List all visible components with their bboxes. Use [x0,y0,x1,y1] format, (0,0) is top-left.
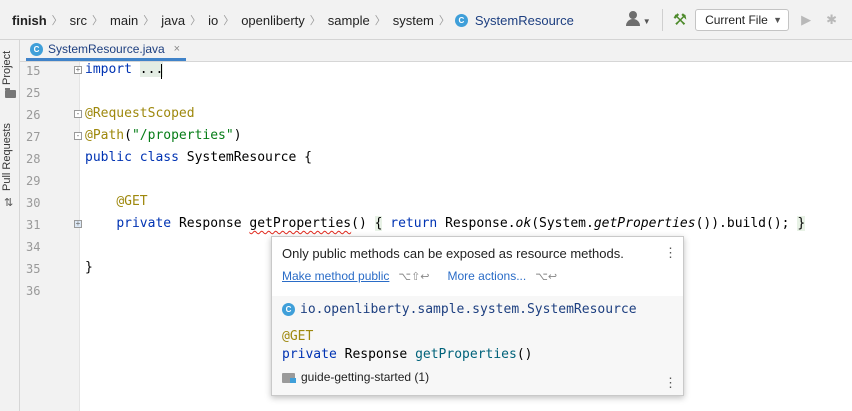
chevron-right-icon: 〉 [143,15,155,27]
breadcrumb-item-sample[interactable]: sample 〉 [326,12,391,28]
close-icon[interactable]: × [174,43,180,55]
fold-marker-icon[interactable]: - [74,132,82,140]
pull-requests-tool-tab[interactable]: Pull Requests [1,120,19,194]
problem-message: Only public methods can be exposed as re… [282,246,624,261]
code-line-30[interactable]: @GET [85,194,147,209]
run-configuration-select[interactable]: Current File ▼ [695,9,790,31]
tool-window-strip: Project Pull Requests ⇅ [0,40,20,411]
tab-systemresource-java[interactable]: C SystemResource.java × [26,40,186,61]
code-line-28[interactable]: public class SystemResource { [85,150,312,165]
breadcrumb-item-java[interactable]: java 〉 [159,12,206,28]
shortcut-hint: ⌥↩ [535,270,558,283]
breadcrumb-item-openliberty[interactable]: openliberty 〉 [239,12,326,28]
make-method-public-link[interactable]: Make method public [282,269,389,283]
module-label: guide-getting-started (1) [282,370,429,384]
hammer-icon[interactable]: ⚒ [673,10,687,30]
text-cursor [161,64,162,79]
code-line-27[interactable]: @Path("/properties") [85,128,242,143]
more-options-icon[interactable]: ⋮ [664,376,677,390]
editor-gutter[interactable]: 15 25 26 27 28 29 30 31 34 35 36 [20,62,80,411]
toolbar-right: ▼ ⚒ Current File ▼ ▶ ✱ [625,0,852,40]
shortcut-hint: ⌥⇧↩ [398,270,430,283]
module-folder-icon [282,372,296,383]
line-number: 30 [26,196,41,210]
debug-icon[interactable]: ✱ [826,12,837,28]
signature-annotation: @GET [282,329,314,344]
code-line-35[interactable]: } [85,260,93,275]
run-icon[interactable]: ▶ [801,12,811,28]
breadcrumb-item-system[interactable]: system 〉 [391,12,455,28]
code-line-26[interactable]: @RequestScoped [85,106,195,121]
class-reference-link[interactable]: Cio.openliberty.sample.system.SystemReso… [282,302,637,317]
line-number: 15 [26,64,41,78]
breadcrumb-item-src[interactable]: src 〉 [68,12,108,28]
class-icon: C [282,303,295,316]
chevron-right-icon: 〉 [190,15,202,27]
navigation-bar: finish 〉 src 〉 main 〉 java 〉 io 〉 openliberty… [0,0,852,40]
line-number: 27 [26,130,41,144]
breadcrumb: finish 〉 src 〉 main 〉 java 〉 io 〉 openliberty… [10,0,576,40]
method-signature: private Response getProperties() [282,347,533,362]
editor-tab-bar: C SystemResource.java × [20,40,852,62]
code-line-15[interactable]: import ... [85,62,164,77]
project-tool-tab[interactable]: Project [1,46,19,90]
class-icon: C [454,13,468,27]
breadcrumb-item-finish[interactable]: finish 〉 [10,12,68,28]
code-line-31[interactable]: private Response getProperties() { retur… [85,216,806,231]
folder-icon[interactable] [5,88,16,98]
chevron-right-icon: 〉 [438,15,450,27]
chevron-right-icon: 〉 [51,15,63,27]
line-number: 31 [26,218,41,232]
pull-request-icon[interactable]: ⇅ [4,196,13,209]
line-number: 26 [26,108,41,122]
breadcrumb-item-io[interactable]: io 〉 [206,12,239,28]
breadcrumb-item-main[interactable]: main 〉 [108,12,159,28]
breadcrumb-item-systemresource[interactable]: C SystemResource [454,13,576,28]
popup-documentation-section: Cio.openliberty.sample.system.SystemReso… [272,296,683,395]
chevron-right-icon: 〉 [223,15,235,27]
popup-problem-section: Only public methods can be exposed as re… [272,237,683,297]
fold-marker-icon[interactable]: - [74,110,82,118]
user-icon[interactable]: ▼ [625,10,652,30]
more-options-icon[interactable]: ⋮ [664,246,677,260]
line-number: 25 [26,86,41,100]
fold-collapsed-icon[interactable]: + [74,220,82,228]
chevron-right-icon: 〉 [309,15,321,27]
line-number: 36 [26,284,41,298]
chevron-right-icon: 〉 [374,15,386,27]
error-highlight[interactable]: getProperties [249,216,351,231]
line-number: 35 [26,262,41,276]
chevron-down-icon: ▼ [773,15,783,25]
inspection-popup: Only public methods can be exposed as re… [271,236,684,396]
toolbar-divider [661,9,663,31]
line-number: 28 [26,152,41,166]
line-number: 34 [26,240,41,254]
chevron-right-icon: 〉 [92,15,104,27]
more-actions-link[interactable]: More actions... [448,269,527,283]
popup-actions: Make method public ⌥⇧↩ More actions... ⌥… [282,269,557,283]
fold-expand-icon[interactable]: + [74,66,82,74]
line-number: 29 [26,174,41,188]
class-icon: C [30,42,43,56]
